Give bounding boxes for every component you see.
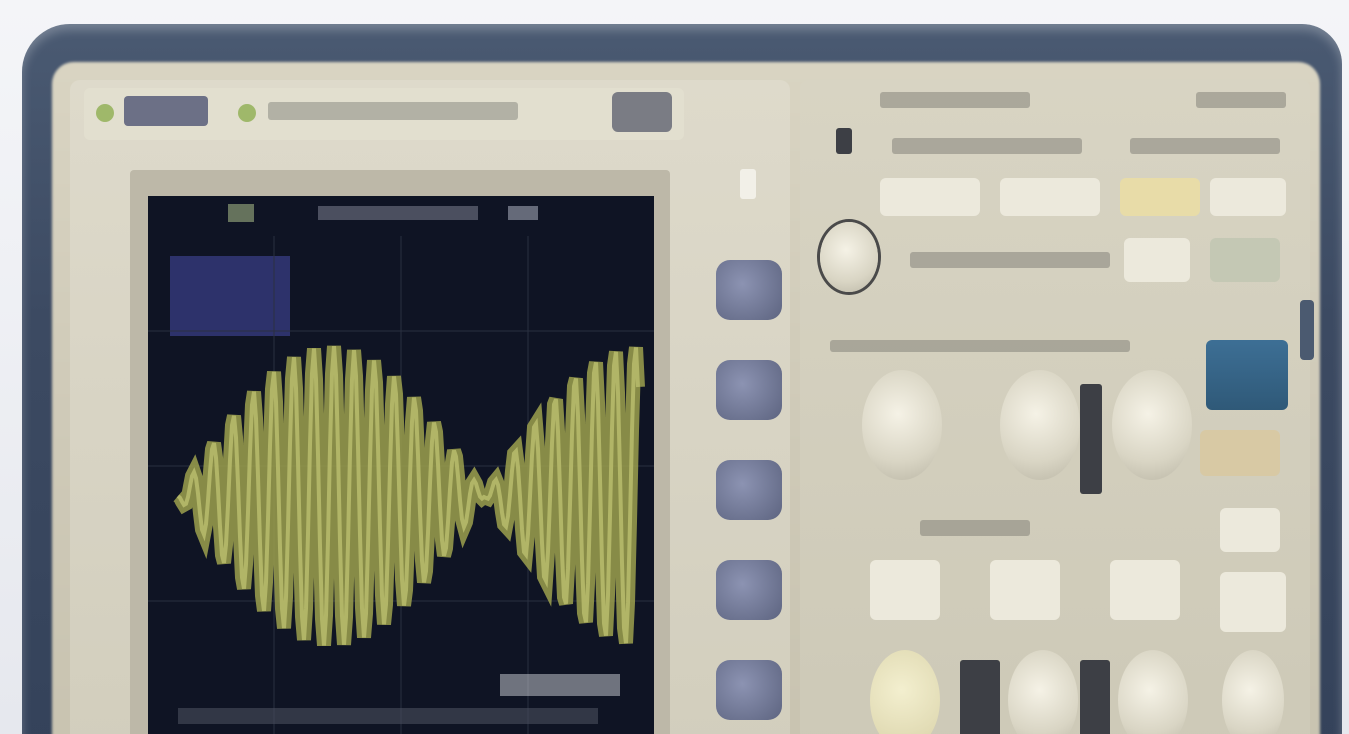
scale-readout — [500, 674, 620, 696]
top-button-1[interactable] — [880, 178, 980, 216]
waveform-display — [148, 196, 654, 734]
screen-glare — [170, 256, 290, 336]
soft-key-1[interactable] — [716, 260, 782, 320]
soft-key-column — [716, 165, 786, 725]
soft-key-5[interactable] — [716, 660, 782, 720]
lower-divider-2 — [1080, 660, 1110, 734]
indicator-led-right — [238, 104, 256, 122]
control-label-strip-3 — [892, 138, 1082, 154]
control-label-strip-1 — [880, 92, 1030, 108]
control-label-strip-2 — [1196, 92, 1286, 108]
indicator-led-left — [96, 104, 114, 122]
lower-button-2[interactable] — [990, 560, 1060, 620]
soft-key-3[interactable] — [716, 460, 782, 520]
lower-divider-1 — [960, 660, 1000, 734]
channel-label-strip — [920, 520, 1030, 536]
top-button-3[interactable] — [1120, 178, 1200, 216]
menu-button[interactable] — [612, 92, 672, 132]
top-button-4[interactable] — [1210, 178, 1286, 216]
trigger-menu-button[interactable] — [1200, 430, 1280, 476]
oscilloscope-screen — [148, 196, 654, 734]
status-badge — [508, 206, 538, 220]
vertical-position-knob[interactable] — [862, 370, 942, 480]
side-button[interactable] — [1220, 508, 1280, 552]
status-readout — [318, 206, 478, 220]
soft-key-indicator — [740, 169, 756, 199]
control-label-strip-5 — [910, 252, 1110, 268]
soft-key-4[interactable] — [716, 560, 782, 620]
brand-logo-icon — [124, 96, 208, 126]
soft-key-2[interactable] — [716, 360, 782, 420]
autoset-button[interactable] — [1206, 340, 1288, 410]
section-label-strip — [830, 340, 1130, 352]
model-label-strip — [268, 102, 518, 120]
bottom-readout — [178, 708, 598, 724]
function-button-1[interactable] — [1124, 238, 1190, 282]
oscilloscope-photo — [0, 0, 1349, 734]
top-button-2[interactable] — [1000, 178, 1100, 216]
power-led — [836, 128, 852, 154]
side-rail — [1300, 300, 1314, 360]
lower-button-4[interactable] — [1220, 572, 1286, 632]
multipurpose-knob[interactable] — [820, 222, 878, 292]
lower-button-1[interactable] — [870, 560, 940, 620]
control-label-strip-4 — [1130, 138, 1280, 154]
function-button-2[interactable] — [1210, 238, 1280, 282]
horizontal-position-knob[interactable] — [1000, 370, 1080, 480]
status-marker — [228, 204, 254, 222]
lower-button-3[interactable] — [1110, 560, 1180, 620]
divider-slot — [1080, 384, 1102, 494]
trigger-level-knob[interactable] — [1112, 370, 1192, 480]
